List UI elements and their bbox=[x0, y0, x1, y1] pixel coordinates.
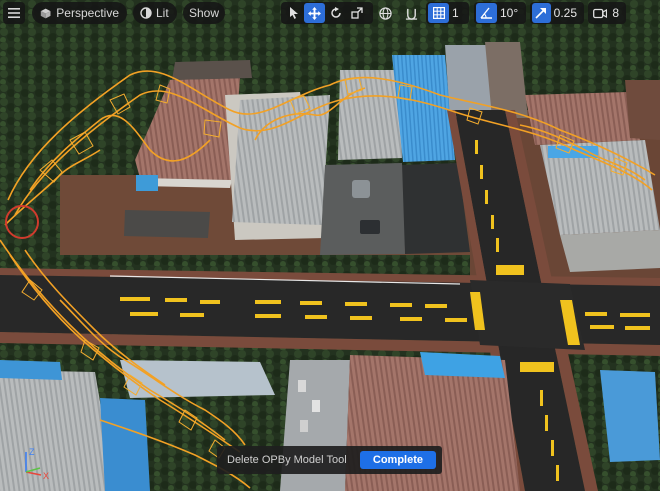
scale-snap-button[interactable] bbox=[532, 3, 551, 23]
rotation-snap-control: 10° bbox=[474, 2, 526, 24]
axis-x-line bbox=[25, 471, 42, 476]
factory-building bbox=[625, 80, 660, 140]
rotation-snap-button[interactable] bbox=[476, 3, 497, 23]
warehouse bbox=[338, 70, 402, 160]
show-label: Show bbox=[188, 6, 220, 20]
rotation-snap-value[interactable]: 10° bbox=[497, 6, 523, 20]
courtyard-tank bbox=[352, 180, 370, 198]
show-button[interactable]: Show bbox=[183, 2, 225, 24]
axis-x-label: X bbox=[43, 471, 49, 480]
translate-tool-button[interactable] bbox=[304, 3, 325, 23]
world-space-button[interactable] bbox=[375, 3, 396, 23]
tool-name-label: Delete OPBy Model Tool bbox=[227, 454, 347, 466]
world-space-toggle bbox=[373, 2, 398, 24]
grid-snap-button[interactable] bbox=[428, 3, 449, 23]
low-building bbox=[124, 210, 210, 238]
scale-snap-control: 0.25 bbox=[530, 2, 584, 24]
courtyard bbox=[320, 163, 405, 255]
model-tool-panel: Delete OPBy Model Tool Complete bbox=[217, 446, 442, 474]
cube-icon bbox=[40, 8, 51, 18]
surface-snap-toggle bbox=[399, 2, 424, 24]
lit-label: Lit bbox=[156, 6, 169, 20]
globe-icon bbox=[379, 6, 392, 20]
axis-z-label: Z bbox=[29, 447, 35, 457]
grid-icon bbox=[432, 7, 445, 19]
camera-icon bbox=[592, 8, 607, 18]
factory-building bbox=[600, 370, 660, 462]
level-viewport[interactable] bbox=[0, 0, 660, 491]
parked-cars bbox=[298, 380, 306, 392]
camera-speed-button[interactable] bbox=[590, 3, 609, 23]
scale-snap-value[interactable]: 0.25 bbox=[551, 6, 582, 20]
angle-icon bbox=[480, 7, 492, 19]
hamburger-icon bbox=[8, 8, 20, 18]
grid-snap-value[interactable]: 1 bbox=[449, 6, 464, 20]
blue-roof bbox=[420, 352, 505, 378]
viewport-menu-button[interactable] bbox=[3, 2, 25, 24]
warehouse bbox=[120, 360, 275, 398]
scale-arrow-icon bbox=[535, 8, 547, 19]
surface-snap-button[interactable] bbox=[401, 3, 422, 23]
rotate-tool-button[interactable] bbox=[325, 3, 346, 23]
rotate-icon bbox=[330, 7, 341, 18]
parked-cars bbox=[300, 420, 308, 432]
move-arrows-icon bbox=[308, 6, 321, 20]
select-tool-button[interactable] bbox=[283, 3, 304, 23]
sun-icon bbox=[140, 7, 152, 19]
courtyard-tank bbox=[360, 220, 380, 234]
transform-tools bbox=[281, 2, 373, 24]
blue-roof bbox=[100, 398, 150, 491]
cursor-icon bbox=[289, 7, 298, 19]
parked-cars bbox=[312, 400, 320, 412]
perspective-button[interactable]: Perspective bbox=[32, 2, 127, 24]
complete-button[interactable]: Complete bbox=[359, 451, 436, 469]
camera-speed-control: 8 bbox=[588, 2, 626, 24]
axis-y-line bbox=[25, 467, 41, 473]
blue-roof bbox=[0, 360, 62, 380]
factory-building bbox=[172, 60, 252, 80]
blue-roof bbox=[136, 175, 158, 191]
axis-gizmo: Z X bbox=[25, 447, 49, 480]
scale-icon bbox=[350, 7, 363, 19]
grid-snap-control: 1 bbox=[426, 2, 469, 24]
camera-speed-value[interactable]: 8 bbox=[609, 6, 624, 20]
factory-building bbox=[560, 230, 660, 272]
lit-button[interactable]: Lit bbox=[133, 2, 177, 24]
perspective-label: Perspective bbox=[56, 6, 119, 20]
scale-tool-button[interactable] bbox=[346, 3, 367, 23]
snap-icon bbox=[405, 8, 418, 20]
